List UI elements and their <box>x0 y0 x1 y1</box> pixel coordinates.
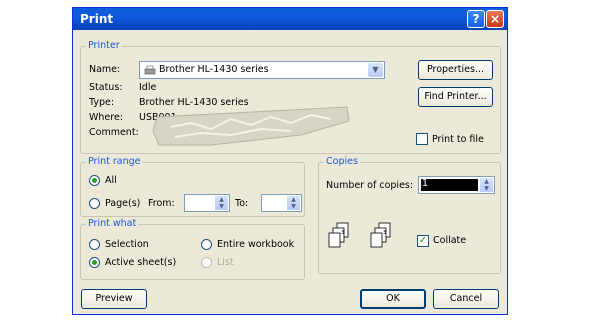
collate-checkbox[interactable]: ✓ <box>417 235 429 247</box>
printer-name-value: Brother HL-1430 series <box>159 64 269 75</box>
print-what-legend: Print what <box>86 218 139 229</box>
range-pages-label[interactable]: Page(s) <box>105 198 140 209</box>
status-label: Status: <box>89 82 123 93</box>
ok-button[interactable]: OK <box>360 289 426 309</box>
comment-label: Comment: <box>89 127 139 138</box>
properties-button[interactable]: Properties... <box>418 60 493 80</box>
collate-label[interactable]: Collate <box>433 235 466 246</box>
copies-value-highlight <box>421 179 478 191</box>
dialog-title: Print <box>80 12 114 26</box>
selection-label[interactable]: Selection <box>105 239 149 250</box>
spinner-arrows-icon[interactable]: ▲ ▼ <box>215 196 228 210</box>
help-icon[interactable]: ? <box>467 10 485 28</box>
print-what-group: Print what Selection Entire workbook Act… <box>80 218 305 280</box>
copies-legend: Copies <box>324 156 360 167</box>
list-label: List <box>217 257 234 268</box>
printer-legend: Printer <box>86 40 122 51</box>
copies-spinner[interactable]: 1 ▲ ▼ <box>418 176 495 194</box>
print-dialog: Print ? × Printer Name: Brother HL-1430 … <box>72 7 508 315</box>
print-range-legend: Print range <box>86 156 143 167</box>
to-page-spinner[interactable]: ▲ ▼ <box>261 194 302 212</box>
print-to-file-label[interactable]: Print to file <box>432 134 484 145</box>
find-printer-button[interactable]: Find Printer... <box>418 87 493 107</box>
from-label: From: <box>148 198 175 209</box>
printer-group: Printer Name: Brother HL-1430 series ▼ S… <box>80 40 501 154</box>
where-label: Where: <box>89 112 124 123</box>
printer-icon <box>144 65 156 75</box>
svg-text:3: 3 <box>341 230 344 236</box>
print-to-file-checkbox[interactable] <box>416 133 428 145</box>
cancel-button[interactable]: Cancel <box>433 289 499 309</box>
spinner-arrows-icon[interactable]: ▲ ▼ <box>480 178 493 192</box>
title-bar[interactable]: Print ? × <box>73 8 507 30</box>
range-pages-radio[interactable] <box>89 198 100 209</box>
collate-pages-icon: 3 3 <box>328 222 391 248</box>
entire-workbook-radio[interactable] <box>201 239 212 250</box>
preview-button[interactable]: Preview <box>81 289 147 309</box>
entire-workbook-label[interactable]: Entire workbook <box>217 239 294 250</box>
name-label: Name: <box>89 64 121 75</box>
printer-name-select[interactable]: Brother HL-1430 series ▼ <box>139 61 385 79</box>
close-icon[interactable]: × <box>486 10 504 28</box>
copies-value: 1 <box>422 178 429 189</box>
copies-group: Copies Number of copies: 1 ▲ ▼ 3 3 ✓ Coll… <box>318 156 501 274</box>
active-sheets-radio[interactable] <box>89 257 100 268</box>
status-value: Idle <box>139 82 157 93</box>
chevron-down-icon[interactable]: ▼ <box>368 63 383 77</box>
redacted-comment-scribble <box>152 106 350 146</box>
type-label: Type: <box>89 97 115 108</box>
list-radio <box>201 257 212 268</box>
active-sheets-label[interactable]: Active sheet(s) <box>105 257 176 268</box>
to-label: To: <box>235 198 249 209</box>
spinner-arrows-icon[interactable]: ▲ ▼ <box>287 196 300 210</box>
selection-radio[interactable] <box>89 239 100 250</box>
svg-text:3: 3 <box>383 230 386 236</box>
range-all-label[interactable]: All <box>105 175 117 186</box>
from-page-spinner[interactable]: ▲ ▼ <box>184 194 230 212</box>
print-range-group: Print range All Page(s) From: ▲ ▼ To: ▲ ▼ <box>80 156 305 217</box>
number-of-copies-label: Number of copies: <box>326 180 414 191</box>
range-all-radio[interactable] <box>89 175 100 186</box>
